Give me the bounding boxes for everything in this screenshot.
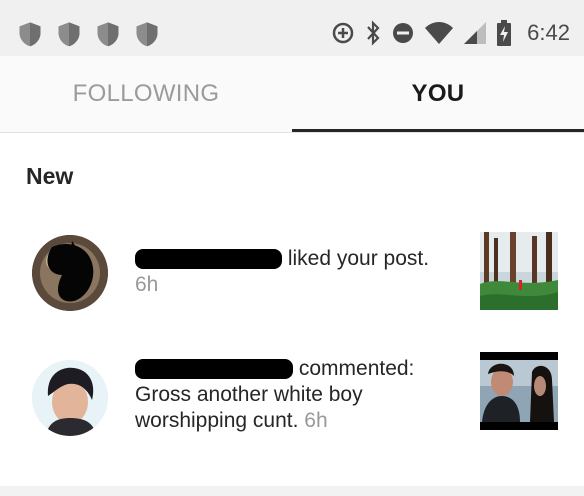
do-not-disturb-icon	[393, 23, 414, 43]
shield-icon	[19, 22, 41, 47]
bluetooth-icon	[367, 20, 380, 46]
status-bar: 6:42	[0, 0, 584, 56]
redacted-username	[135, 249, 282, 270]
shield-icon	[97, 22, 119, 47]
shield-icon	[58, 22, 80, 47]
avatar-image	[32, 235, 108, 311]
notification-message: liked your post.	[287, 247, 430, 270]
avatar[interactable]	[32, 360, 108, 436]
tab-selected-indicator	[292, 129, 584, 132]
avatar[interactable]	[32, 235, 108, 311]
wifi-icon	[425, 22, 454, 44]
notification-text: commented: Gross another white boy worsh…	[135, 356, 460, 434]
tab-you[interactable]: YOU	[292, 56, 584, 132]
post-thumbnail-image	[480, 352, 558, 430]
data-saver-icon	[332, 22, 354, 44]
shield-icon	[136, 22, 158, 47]
section-title: New	[26, 163, 74, 189]
notification-like[interactable]: liked your post. 6h	[0, 230, 584, 320]
tab-following[interactable]: FOLLOWING	[0, 56, 292, 132]
system-icons: 6:42	[331, 16, 570, 50]
notification-comment[interactable]: commented: Gross another white boy worsh…	[0, 350, 584, 450]
notification-time: 6h	[135, 273, 159, 296]
avatar-image	[32, 360, 108, 436]
activity-tabs: FOLLOWING YOU	[0, 56, 584, 133]
post-thumbnail[interactable]	[480, 352, 558, 430]
notification-time: 6h	[304, 409, 328, 432]
notification-text: liked your post. 6h	[135, 246, 460, 298]
notification-message: commented:	[298, 357, 415, 380]
notification-icons	[16, 20, 161, 48]
comment-text: Gross another white boy worshipping cunt…	[135, 383, 363, 432]
bottom-divider	[0, 486, 584, 496]
battery-charging-icon	[497, 20, 512, 46]
clock: 6:42	[527, 20, 570, 45]
redacted-username	[135, 359, 293, 380]
post-thumbnail-image	[480, 232, 558, 310]
cell-signal-icon	[464, 22, 487, 44]
post-thumbnail[interactable]	[480, 232, 558, 310]
